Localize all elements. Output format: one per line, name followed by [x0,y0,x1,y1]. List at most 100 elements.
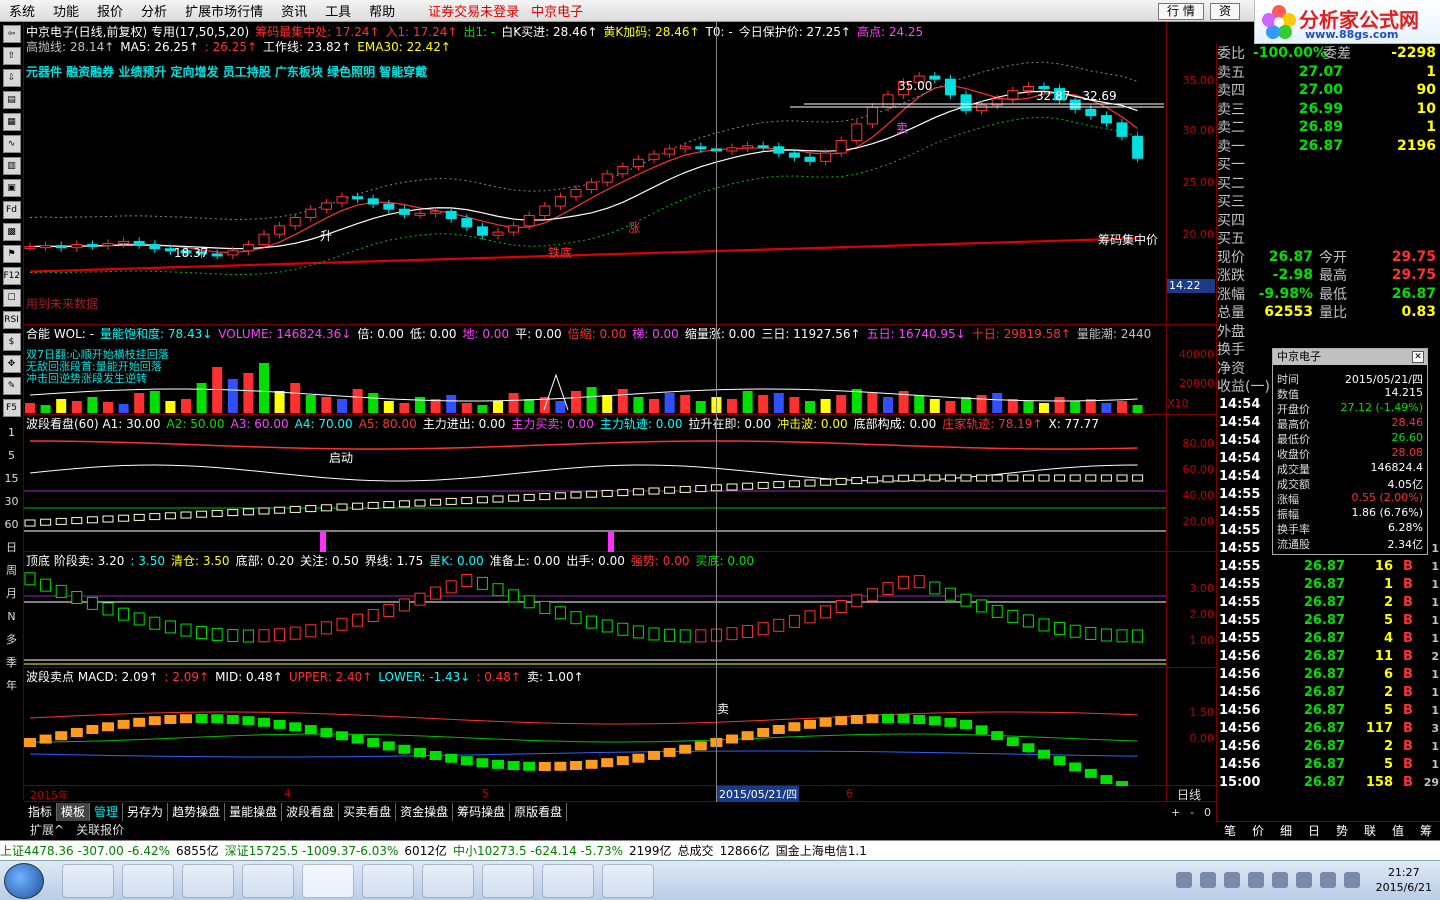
left-arrow-icon[interactable]: ⇦ [2,25,21,43]
menu-item-6[interactable]: 工具 [316,1,360,20]
tab-8[interactable]: 资金操盘 [396,803,454,821]
menu-item-5[interactable]: 资讯 [272,1,316,20]
macd-panel[interactable]: 波段卖点 MACD: 2.09↑: 2.09↑ MID: 0.48↑ UPPER: … [24,668,1166,786]
sell-level-2[interactable]: 卖三 26.99 10 [1217,100,1440,119]
tab-3[interactable]: 另存为 [123,803,169,821]
buy-level-3[interactable]: 买四 [1217,211,1440,230]
period-6[interactable]: 周 [0,559,23,582]
menu-item-0[interactable]: 系统 [0,1,44,20]
right-tab-2[interactable]: 细 [1280,822,1292,839]
right-tab-4[interactable]: 势 [1336,822,1348,839]
excel-icon[interactable]: ▩ [2,223,21,241]
sell-level-4[interactable]: 卖一 26.87 2196 [1217,137,1440,156]
period-7[interactable]: 月 [0,582,23,605]
up-arrow-icon[interactable]: ⇧ [2,47,21,65]
menu-item-7[interactable]: 帮助 [360,1,404,20]
menu-item-2[interactable]: 报价 [88,1,132,20]
grid-icon[interactable]: ▦ [2,113,21,131]
app-icon-raccoon[interactable] [362,864,414,898]
pen-icon[interactable]: ✎ [2,377,21,395]
zero-icon[interactable]: 0 [1204,806,1211,819]
volume-chart[interactable] [24,325,1166,415]
period-1[interactable]: 5 [0,444,23,467]
app-icon-active[interactable] [302,864,354,898]
sell-level-0[interactable]: 卖五 27.07 1 [1217,63,1440,82]
right-tab-7[interactable]: 筹 [1420,822,1432,839]
right-tab-0[interactable]: 笔 [1224,822,1236,839]
tab-5[interactable]: 量能操盘 [225,803,283,821]
macd-chart[interactable]: 卖 [24,668,1166,786]
subtab-0[interactable]: 扩展^ [24,821,70,839]
period-5[interactable]: 日 [0,536,23,559]
app-icon-sf[interactable] [482,864,534,898]
tab-9[interactable]: 筹码操盘 [453,803,511,821]
tick-time: 14:55 [1219,595,1261,610]
book-icon[interactable]: ▣ [2,179,21,197]
top-bottom-chart[interactable] [24,552,1166,668]
cost-icon[interactable]: ☐ [2,289,21,307]
info-popup[interactable]: 中京电子 ✕ 时间 2015/05/21/四 数值 14.215 开盘价 27.12 (-… [1272,348,1428,555]
app-icon-orange[interactable] [602,864,654,898]
rsi-icon[interactable]: RSI [2,311,21,329]
fund-icon[interactable]: Fd [2,201,21,219]
folder-icon[interactable] [122,864,174,898]
tab-6[interactable]: 波段看盘 [282,803,340,821]
price-panel[interactable]: 中京电子(日线,前复权) 专用(17,50,5,20) 筹码最集中处: 17.24… [24,22,1166,325]
chart-icon[interactable]: ▤ [2,91,21,109]
right-tab-3[interactable]: 日 [1308,822,1320,839]
quote-button[interactable]: 行 情 [1158,3,1204,20]
period-0[interactable]: 1 [0,421,23,444]
app-icon-k[interactable] [182,864,234,898]
menu-item-1[interactable]: 功能 [44,1,88,20]
period-3[interactable]: 30 [0,490,23,513]
period-4[interactable]: 60 [0,513,23,536]
buy-level-1[interactable]: 买二 [1217,174,1440,193]
flag-icon[interactable]: ⚑ [2,245,21,263]
sell-level-3[interactable]: 卖二 26.89 1 [1217,118,1440,137]
dollar-icon[interactable]: $ [2,333,21,351]
f5-icon[interactable]: F5 [2,399,21,417]
subtab-1[interactable]: 关联报价 [70,821,130,839]
minus-icon[interactable]: - [1190,806,1194,819]
f12-icon[interactable]: F12 [2,267,21,285]
tab-4[interactable]: 趋势操盘 [168,803,226,821]
sell-level-1[interactable]: 卖四 27.00 90 [1217,81,1440,100]
app-icon-blue[interactable] [542,864,594,898]
bar-icon[interactable]: ▥ [2,157,21,175]
buy-level-4[interactable]: 买五 [1217,229,1440,248]
chart-area[interactable]: 中京电子(日线,前复权) 专用(17,50,5,20) 筹码最集中处: 17.24… [24,22,1166,802]
tab-7[interactable]: 买卖看盘 [339,803,397,821]
zoom-controls[interactable]: + -0 [1166,803,1216,821]
qq-icon[interactable] [422,864,474,898]
trade-button[interactable]: 资 [1210,3,1241,20]
menu-item-4[interactable]: 扩展市场行情 [176,1,272,20]
period-2[interactable]: 15 [0,467,23,490]
period-11[interactable]: 年 [0,674,23,697]
period-8[interactable]: N [0,605,23,628]
period-9[interactable]: 多 [0,628,23,651]
right-tab-5[interactable]: 联 [1364,822,1376,839]
tab-10[interactable]: 原版看盘 [510,803,568,821]
tab-0[interactable]: 指标 [24,803,58,821]
app-icon-s[interactable] [242,864,294,898]
menu-item-3[interactable]: 分析 [132,1,176,20]
move-icon[interactable]: ✥ [2,355,21,373]
line-icon[interactable]: ∿ [2,135,21,153]
tab-1[interactable]: 模板 [57,803,91,821]
right-tab-1[interactable]: 价 [1252,822,1264,839]
wave-chart[interactable]: 启动 [24,415,1166,552]
top-bottom-panel[interactable]: 顶底 阶段卖: 3.20: 3.50 清仓: 3.50 底部: 0.20 关注: 0.… [24,552,1166,668]
buy-level-2[interactable]: 买三 [1217,192,1440,211]
down-arrow-icon[interactable]: ⇩ [2,69,21,87]
app-icon-1[interactable] [62,864,114,898]
period-10[interactable]: 季 [0,651,23,674]
candlestick-chart[interactable]: 32.87 - 32.69 35.00 18.37 筹码集中价铁底 卖升 涨 [24,22,1166,325]
plus-icon[interactable]: + [1171,806,1180,819]
close-icon[interactable]: ✕ [1412,351,1424,363]
volume-panel[interactable]: 合能 WOL: - 量能饱和度: 78.43↓ VOLUME: 146824.36↓… [24,325,1166,415]
start-button[interactable] [4,863,44,899]
buy-level-0[interactable]: 买一 [1217,155,1440,174]
wave-panel[interactable]: 波段看盘(60) A1: 30.00 A2: 50.00 A3: 60.00 A4: … [24,415,1166,552]
right-tab-6[interactable]: 值 [1392,822,1404,839]
tab-2[interactable]: 管理 [90,803,124,821]
